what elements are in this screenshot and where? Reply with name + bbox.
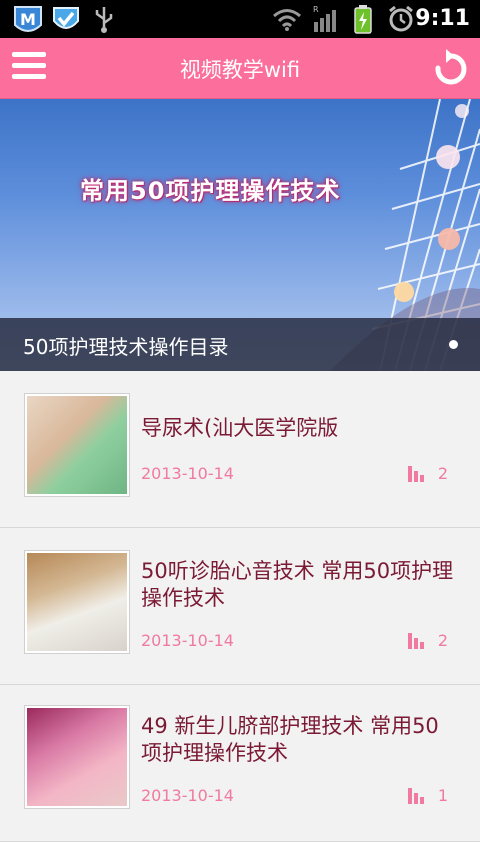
- usb-icon: [95, 7, 113, 33]
- views-icon: [408, 466, 424, 482]
- refresh-icon: [435, 49, 467, 85]
- svg-text:R: R: [313, 5, 319, 14]
- banner[interactable]: 常用50项护理操作技术 50项护理技术操作目录: [0, 99, 480, 371]
- list-item[interactable]: 50听诊胎心音技术 常用50项护理操作技术 2013-10-14 2: [0, 528, 480, 685]
- banner-caption-bar: 50项护理技术操作目录: [0, 318, 480, 371]
- list-item-date: 2013-10-14: [141, 631, 234, 650]
- app-bar: 视频教学wifi: [0, 38, 480, 99]
- list-item[interactable]: 49 新生儿脐部护理技术 常用50项护理操作技术 2013-10-14 1: [0, 685, 480, 842]
- svg-text:M: M: [20, 10, 36, 29]
- m-app-icon: M: [14, 6, 42, 32]
- video-thumbnail: [24, 393, 130, 497]
- app-title: 视频教学wifi: [179, 58, 301, 82]
- views-icon: [408, 788, 424, 804]
- list-item-count: 1: [437, 786, 448, 805]
- clock: 9:11: [415, 6, 470, 31]
- list-item-date: 2013-10-14: [141, 786, 234, 805]
- status-bar: M R 9:11: [0, 0, 480, 38]
- list-item-count: 2: [437, 631, 448, 650]
- video-thumbnail: [24, 550, 130, 654]
- banner-heading: 常用50项护理操作技术: [80, 177, 341, 205]
- list-item-title: 50听诊胎心音技术 常用50项护理操作技术: [141, 559, 454, 610]
- list-item-title: 导尿术(汕大医学院版: [141, 416, 339, 440]
- page-indicator-dot: [449, 340, 458, 349]
- battery-charging-icon: [354, 5, 372, 34]
- signal-icon: R: [313, 5, 336, 32]
- refresh-button[interactable]: [432, 48, 468, 86]
- list-item-date: 2013-10-14: [141, 464, 234, 483]
- wifi-icon: [273, 9, 301, 31]
- banner-caption: 50项护理技术操作目录: [23, 335, 229, 359]
- list-item-count: 2: [437, 464, 448, 483]
- views-icon: [408, 633, 424, 649]
- alarm-icon: [389, 5, 413, 32]
- video-thumbnail: [24, 705, 130, 809]
- shield-check-icon: [53, 7, 79, 29]
- list-item[interactable]: 导尿术(汕大医学院版 2013-10-14 2: [0, 371, 480, 528]
- list-item-title: 49 新生儿脐部护理技术 常用50项护理操作技术: [141, 714, 439, 765]
